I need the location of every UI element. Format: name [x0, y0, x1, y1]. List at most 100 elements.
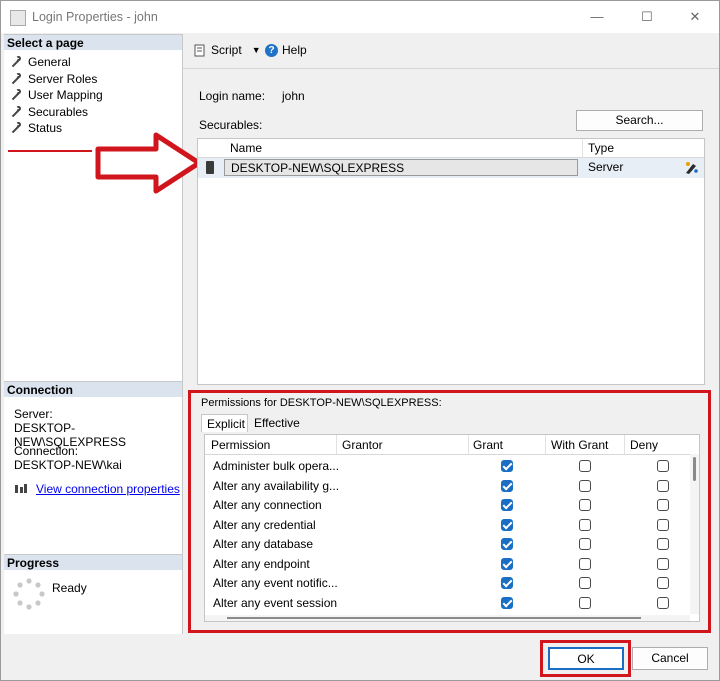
- permission-row[interactable]: Alter any event notific...: [205, 573, 690, 593]
- login-properties-window: Login Properties - john — ☐ ✕ Select a p…: [0, 0, 720, 681]
- with-grant-checkbox[interactable]: [579, 557, 591, 570]
- page-item-label: Server Roles: [28, 71, 98, 86]
- page-item-user-mapping[interactable]: User Mapping: [10, 87, 103, 104]
- permission-row[interactable]: Alter any database: [205, 534, 690, 554]
- securable-type: Server: [588, 160, 624, 174]
- column-header-permission[interactable]: Permission: [211, 438, 270, 452]
- deny-checkbox[interactable]: [657, 499, 669, 511]
- grant-checkbox[interactable]: [501, 538, 513, 550]
- column-header-name[interactable]: Name: [230, 141, 262, 155]
- wrench-icon: [10, 72, 22, 85]
- page-item-securables[interactable]: Securables: [10, 104, 103, 121]
- connection-label: Connection:: [14, 444, 79, 458]
- grant-checkbox[interactable]: [501, 596, 513, 609]
- help-icon: ?: [265, 43, 278, 57]
- grant-checkbox[interactable]: [501, 460, 513, 472]
- toolbar: Script ▼ ? Help: [183, 34, 719, 69]
- wrench-icon: [10, 89, 22, 101]
- deny-checkbox[interactable]: [657, 518, 669, 531]
- with-grant-checkbox[interactable]: [579, 596, 591, 609]
- securable-name: DESKTOP-NEW\SQLEXPRESS: [224, 159, 578, 176]
- scrollbar-thumb[interactable]: [227, 617, 641, 619]
- grant-checkbox[interactable]: [501, 499, 513, 511]
- scrollbar-thumb[interactable]: [693, 457, 696, 481]
- connection-header: Connection: [4, 381, 182, 397]
- permission-row[interactable]: Administer bulk opera...: [205, 456, 690, 476]
- tab-effective[interactable]: Effective: [249, 414, 305, 432]
- column-header-type[interactable]: Type: [588, 141, 614, 155]
- horizontal-scrollbar[interactable]: [205, 615, 690, 621]
- with-grant-checkbox[interactable]: [579, 577, 591, 589]
- deny-checkbox[interactable]: [657, 538, 669, 550]
- help-label: Help: [282, 43, 307, 57]
- progress-spinner-icon: [13, 578, 45, 610]
- permission-row[interactable]: Alter any connection: [205, 495, 690, 515]
- page-list: General Server Roles User Mapping Secura…: [10, 54, 103, 137]
- deny-checkbox[interactable]: [657, 557, 669, 570]
- vertical-scrollbar[interactable]: [690, 454, 699, 614]
- script-button[interactable]: Script ▼: [193, 43, 261, 57]
- column-divider: [336, 435, 337, 454]
- search-button[interactable]: Search...: [576, 110, 703, 131]
- column-header-grant[interactable]: Grant: [473, 438, 503, 452]
- select-page-header: Select a page: [4, 34, 182, 50]
- server-icon: [206, 161, 214, 174]
- securables-grid-header: Name Type: [198, 139, 704, 158]
- permission-name: Alter any event notific...: [213, 576, 338, 590]
- column-divider: [468, 435, 469, 454]
- column-header-grantor[interactable]: Grantor: [342, 438, 383, 452]
- window-app-icon: [10, 10, 26, 26]
- deny-checkbox[interactable]: [657, 577, 669, 589]
- connection-value: DESKTOP-NEW\kai: [14, 458, 122, 472]
- ok-button[interactable]: OK: [548, 647, 624, 670]
- permission-row[interactable]: Alter any availability g...: [205, 476, 690, 496]
- permission-row[interactable]: Alter any event session: [205, 593, 690, 613]
- grant-checkbox[interactable]: [501, 518, 513, 531]
- permission-row[interactable]: Alter any endpoint: [205, 554, 690, 574]
- minimize-button[interactable]: —: [577, 6, 617, 28]
- grant-checkbox[interactable]: [501, 479, 513, 492]
- column-header-with-grant[interactable]: With Grant: [551, 438, 608, 452]
- wrench-icon: [10, 105, 22, 118]
- page-item-label: Status: [28, 121, 63, 135]
- view-connection-properties-link[interactable]: View connection properties: [36, 482, 180, 496]
- with-grant-checkbox[interactable]: [579, 518, 591, 531]
- securables-grid: Name Type DESKTOP-NEW\SQLEXPRESS Server: [197, 138, 705, 385]
- maximize-button[interactable]: ☐: [627, 6, 667, 28]
- deny-checkbox[interactable]: [657, 479, 669, 492]
- securable-row[interactable]: DESKTOP-NEW\SQLEXPRESS Server: [198, 158, 704, 178]
- page-item-server-roles[interactable]: Server Roles: [10, 71, 103, 88]
- page-item-label: Securables: [28, 104, 89, 119]
- window-title: Login Properties - john: [32, 10, 158, 24]
- column-divider: [582, 139, 583, 157]
- cancel-button[interactable]: Cancel: [632, 647, 708, 670]
- grant-checkbox[interactable]: [501, 577, 513, 589]
- permissions-table: Permission Grantor Grant With Grant Deny…: [204, 434, 700, 622]
- with-grant-checkbox[interactable]: [579, 499, 591, 511]
- tab-explicit[interactable]: Explicit: [201, 414, 248, 432]
- permission-row[interactable]: Alter any credential: [205, 515, 690, 535]
- with-grant-checkbox[interactable]: [579, 538, 591, 550]
- permissions-table-header: Permission Grantor Grant With Grant Deny: [205, 435, 699, 455]
- permission-name: Alter any credential: [213, 517, 316, 532]
- selected-page-underline: [8, 150, 92, 152]
- close-button[interactable]: ✕: [675, 6, 715, 28]
- page-item-label: General: [28, 55, 71, 69]
- permission-name: Alter any database: [213, 537, 314, 551]
- deny-checkbox[interactable]: [657, 460, 669, 472]
- column-header-deny[interactable]: Deny: [630, 438, 658, 452]
- server-label: Server:: [14, 407, 53, 421]
- connection-properties-icon: [15, 484, 27, 493]
- help-button[interactable]: ? Help: [265, 43, 307, 57]
- deny-checkbox[interactable]: [657, 596, 669, 609]
- with-grant-checkbox[interactable]: [579, 460, 591, 472]
- chevron-down-icon[interactable]: ▼: [252, 45, 261, 55]
- with-grant-checkbox[interactable]: [579, 479, 591, 492]
- edit-securable-icon[interactable]: [683, 161, 699, 175]
- permission-name: Alter any endpoint: [213, 556, 310, 571]
- page-item-status[interactable]: Status: [10, 120, 103, 137]
- login-name-label: Login name:: [199, 89, 266, 103]
- page-item-general[interactable]: General: [10, 54, 103, 71]
- grant-checkbox[interactable]: [501, 557, 513, 570]
- permission-name: Alter any availability g...: [213, 478, 340, 493]
